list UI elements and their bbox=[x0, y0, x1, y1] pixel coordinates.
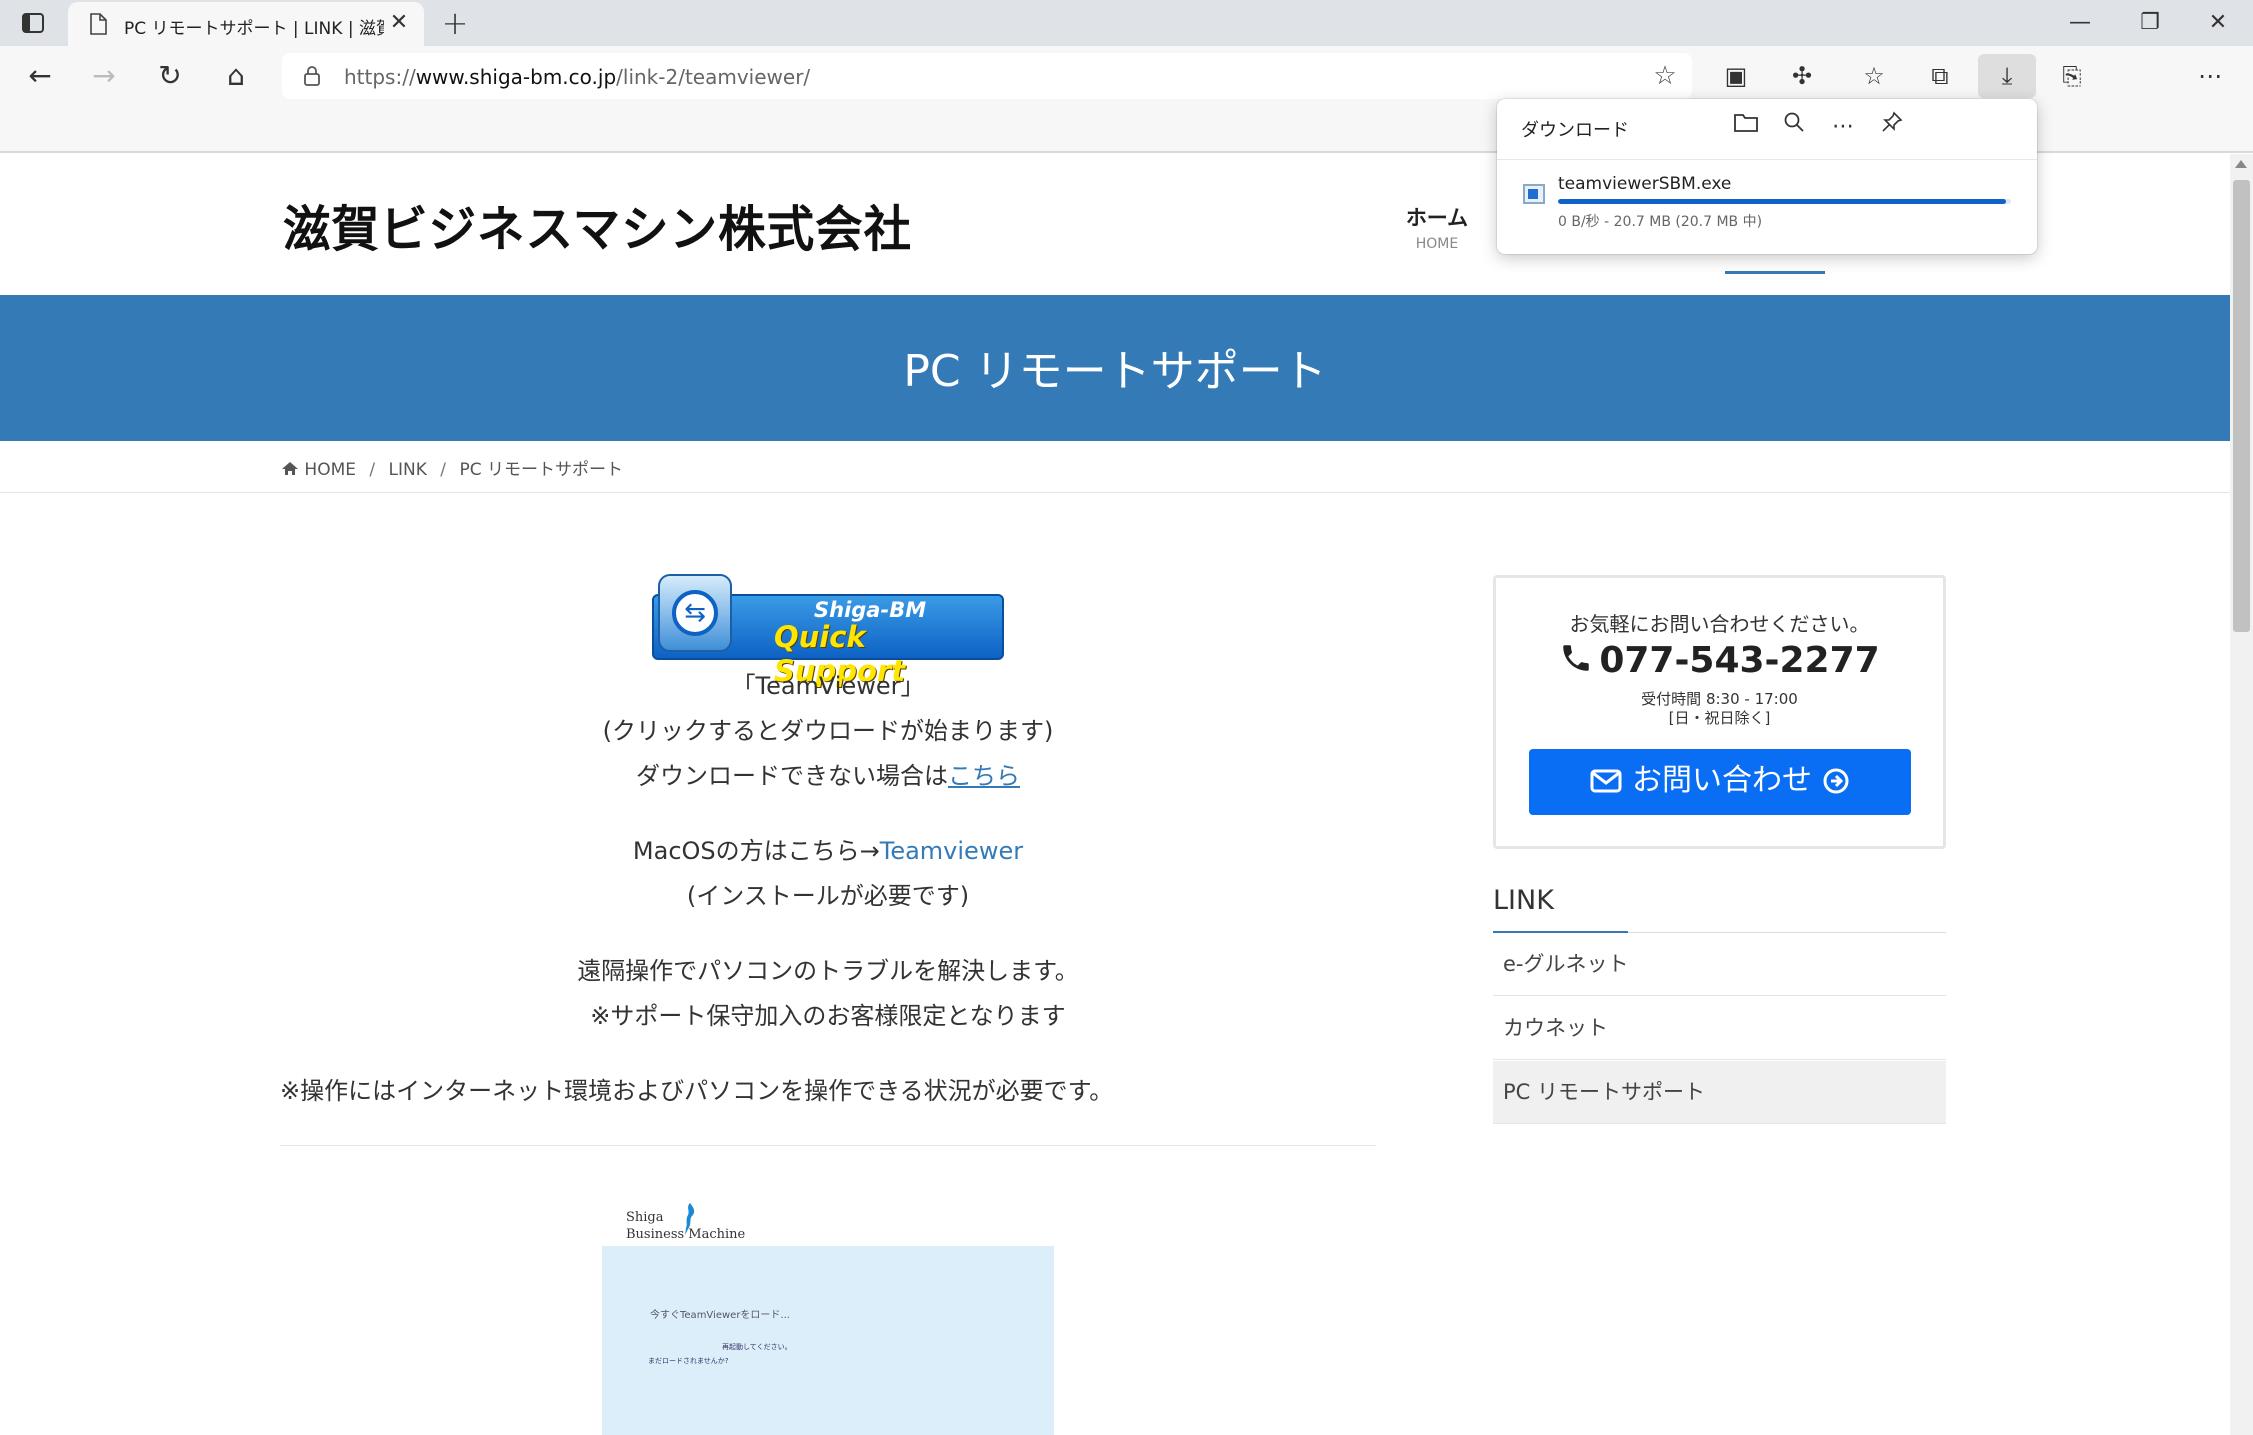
browser-toolbar: ← → ↻ ⌂ https://www.shiga-bm.co.jp/link-… bbox=[0, 46, 2253, 106]
contact-hours: 受付時間 8:30 - 17:00 [日・祝日除く] bbox=[1496, 690, 1943, 728]
click-note: (クリックするとダウロードが始まります) bbox=[602, 717, 1054, 745]
sidebar-link-title: LINK bbox=[1493, 885, 1554, 916]
contact-button-label: お問い合わせ bbox=[1632, 763, 1812, 798]
new-tab-button[interactable]: + bbox=[436, 4, 474, 42]
downloads-icon[interactable]: ⤓ bbox=[1978, 54, 2036, 98]
teamviewer-arrows-icon: ⇆ bbox=[672, 590, 718, 636]
breadcrumb-link[interactable]: LINK bbox=[389, 460, 427, 480]
cannot-download-prefix: ダウンロードできない場合は bbox=[636, 762, 948, 790]
arrow-circle-right-icon bbox=[1823, 768, 1849, 794]
support-note: ※サポート保守加入のお客様限定となります bbox=[590, 1002, 1066, 1030]
favorites-icon[interactable]: ☆ bbox=[1852, 56, 1896, 96]
mac-teamviewer-link[interactable]: Teamviewer bbox=[880, 837, 1023, 865]
active-tab[interactable]: PC リモートサポート | LINK | 滋賀ビジ ✕ bbox=[68, 2, 424, 46]
screenshot-text1: 今すぐTeamViewerをロード... bbox=[650, 1310, 790, 1321]
forward-icon[interactable]: → bbox=[82, 56, 126, 96]
contact-phone-number: 077-543-2277 bbox=[1599, 640, 1880, 681]
downloads-title: ダウンロード bbox=[1521, 120, 1629, 141]
cannot-download-text: ダウンロードできない場合はこちら bbox=[280, 756, 1376, 791]
exe-file-icon bbox=[1523, 184, 1545, 204]
more-options-icon[interactable]: ⋯ bbox=[1826, 111, 1860, 143]
screenshot-text2: 再起動してください。 bbox=[722, 1343, 792, 1351]
content-divider bbox=[280, 1145, 1376, 1146]
breadcrumb-separator: / bbox=[440, 460, 447, 480]
remote-description: 遠隔操作でパソコンのトラブルを解決します。 bbox=[577, 957, 1079, 985]
page-title: PC リモートサポート bbox=[903, 346, 1327, 397]
collections-icon[interactable]: ⧉ bbox=[1918, 56, 1962, 96]
mac-text: MacOSの方はこちら→Teamviewer bbox=[280, 831, 1376, 866]
mac-prefix: MacOSの方はこちら→ bbox=[632, 837, 880, 865]
more-menu-icon[interactable]: ⋯ bbox=[2188, 56, 2232, 96]
home-crumb-icon bbox=[282, 462, 298, 475]
contact-button[interactable]: お問い合わせ bbox=[1529, 749, 1911, 815]
site-logo[interactable]: 滋賀ビジネスマシン株式会社 bbox=[283, 190, 912, 261]
requirement-note: ※操作にはインターネット環境およびパソコンを操作できる状況が必要です。 bbox=[280, 1077, 1114, 1105]
nav-active-indicator bbox=[1725, 271, 1825, 274]
breadcrumb-current: PC リモートサポート bbox=[459, 460, 623, 480]
nav-home[interactable]: ホーム HOME bbox=[1404, 202, 1470, 252]
phone-icon bbox=[1563, 645, 1590, 671]
lock-icon[interactable] bbox=[300, 64, 324, 88]
nav-home-label: ホーム bbox=[1405, 206, 1469, 230]
contact-hours-closed: [日・祝日除く] bbox=[1668, 709, 1771, 727]
home-icon[interactable]: ⌂ bbox=[214, 56, 258, 96]
address-bar[interactable]: https://www.shiga-bm.co.jp/link-2/teamvi… bbox=[282, 53, 1692, 99]
download-file-name[interactable]: teamviewerSBM.exe bbox=[1558, 174, 1731, 194]
contact-lead: お気軽にお問い合わせください。 bbox=[1569, 612, 1870, 636]
minimize-icon[interactable]: — bbox=[2060, 6, 2100, 40]
lake-biwa-logo-icon bbox=[685, 1203, 695, 1235]
downloads-panel: ダウンロード ⋯ teamviewerSBM.exe 0 B/秒 - 20.7 … bbox=[1497, 99, 2037, 254]
close-tab-icon[interactable]: ✕ bbox=[386, 10, 412, 36]
close-window-icon[interactable]: ✕ bbox=[2198, 6, 2238, 40]
contact-hours-time: 受付時間 8:30 - 17:00 bbox=[1641, 690, 1798, 708]
tab-title: PC リモートサポート | LINK | 滋賀ビジ bbox=[124, 19, 384, 39]
sidebar-item-pc-remote-support[interactable]: PC リモートサポート bbox=[1493, 1061, 1946, 1124]
breadcrumb-home[interactable]: HOME bbox=[304, 460, 356, 480]
page-hero: PC リモートサポート bbox=[0, 295, 2230, 441]
pin-icon[interactable] bbox=[1875, 111, 1909, 143]
teamviewer-caption: 「TeamViewer」 bbox=[731, 672, 925, 700]
open-folder-icon[interactable] bbox=[1729, 111, 1763, 143]
refresh-icon[interactable]: ↻ bbox=[148, 56, 192, 96]
extension-icon[interactable]: ▣ bbox=[1714, 56, 1758, 96]
nav-home-sublabel: HOME bbox=[1415, 236, 1459, 252]
download-progress-bar bbox=[1558, 199, 2011, 204]
back-icon[interactable]: ← bbox=[18, 56, 62, 96]
add-favorite-icon[interactable]: ☆ bbox=[1650, 61, 1680, 91]
restore-icon[interactable]: ❐ bbox=[2130, 6, 2170, 40]
search-icon[interactable] bbox=[1777, 111, 1811, 143]
quick-support-download-button[interactable]: ⇆ Shiga-BM Quick Support bbox=[652, 574, 1004, 688]
download-status: 0 B/秒 - 20.7 MB (20.7 MB 中) bbox=[1558, 214, 1763, 230]
alt-download-link[interactable]: こちら bbox=[948, 762, 1020, 790]
screenshot-text3: まだロードされませんか? bbox=[648, 1357, 729, 1365]
tab-actions-icon[interactable] bbox=[20, 10, 46, 36]
screenshot-body: 今すぐTeamViewerをロード... 再起動してください。 まだロードされま… bbox=[602, 1246, 1054, 1435]
scrollbar-thumb[interactable] bbox=[2233, 180, 2250, 632]
quick-support-screenshot: Shiga Business Machine 今すぐTeamViewerをロード… bbox=[602, 1200, 1054, 1435]
scroll-up-icon[interactable] bbox=[2235, 160, 2247, 168]
extensions-puzzle-icon[interactable]: ✣ bbox=[1780, 56, 1824, 96]
page-scrollbar[interactable] bbox=[2230, 154, 2253, 1435]
sidebar-item-egurunet[interactable]: e-グルネット bbox=[1493, 933, 1946, 996]
downloads-divider bbox=[1497, 159, 2037, 160]
install-note: (インストールが必要です) bbox=[686, 882, 970, 910]
page-icon bbox=[90, 13, 107, 35]
url-text: https://www.shiga-bm.co.jp/link-2/teamvi… bbox=[344, 65, 811, 89]
download-progress-fill bbox=[1558, 199, 2007, 204]
screenshot-brand-line1: Shiga bbox=[626, 1210, 664, 1225]
quick-support-line1: Shiga-BM bbox=[814, 598, 927, 622]
breadcrumb-separator: / bbox=[369, 460, 376, 480]
mail-icon bbox=[1590, 769, 1622, 793]
screenshot-header: Shiga Business Machine bbox=[602, 1200, 1054, 1246]
sidebar-item-kaunet[interactable]: カウネット bbox=[1493, 997, 1946, 1060]
tab-bar: PC リモートサポート | LINK | 滋賀ビジ ✕ + — ❐ ✕ bbox=[0, 0, 2253, 46]
contact-box: お気軽にお問い合わせください。 077-543-2277 受付時間 8:30 -… bbox=[1493, 575, 1946, 849]
share-icon[interactable]: ⎘ bbox=[2050, 56, 2094, 96]
breadcrumb: HOME / LINK / PC リモートサポート bbox=[0, 441, 2230, 493]
contact-phone[interactable]: 077-543-2277 bbox=[1496, 640, 1943, 681]
web-page: 滋賀ビジネスマシン株式会社 ホーム HOME PC リモートサポート HOME … bbox=[0, 154, 2230, 1435]
